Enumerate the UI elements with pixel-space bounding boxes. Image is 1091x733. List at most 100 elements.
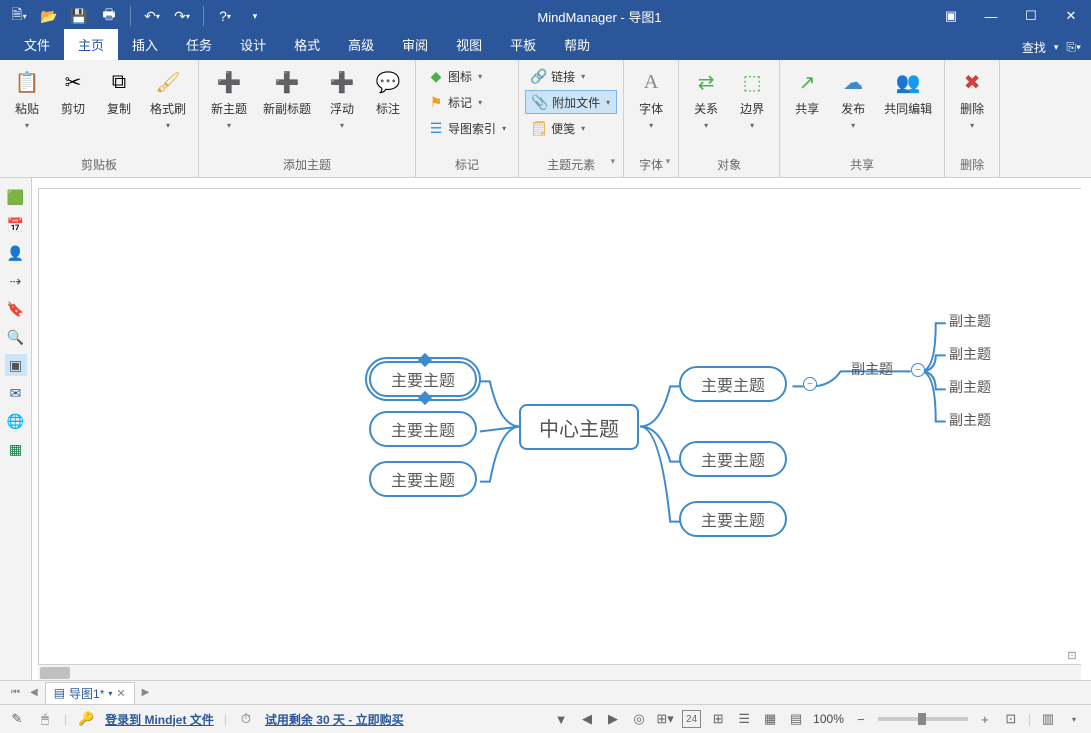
- horizontal-scrollbar[interactable]: [38, 664, 1081, 680]
- tab-tasks[interactable]: 任务: [172, 29, 226, 60]
- ribbon-collapse-icon[interactable]: ▣: [931, 0, 971, 32]
- open-button[interactable]: 📂: [36, 3, 62, 29]
- nav-next-icon[interactable]: ▶: [604, 710, 622, 728]
- sub-branch-label[interactable]: 副主题: [851, 359, 893, 379]
- side-search-icon[interactable]: 🔍: [5, 326, 27, 348]
- note-button[interactable]: 🗒便笺▾: [525, 116, 617, 140]
- minimize-button[interactable]: ―: [971, 0, 1011, 32]
- doc-tab-1[interactable]: ▤ 导图1* ▾ ✕: [45, 682, 135, 704]
- view-list-icon[interactable]: ▤: [787, 710, 805, 728]
- left-topic-1[interactable]: 主要主题: [369, 361, 477, 397]
- target-icon[interactable]: ◎: [630, 710, 648, 728]
- side-excel-icon[interactable]: ▦: [5, 438, 27, 460]
- side-person-icon[interactable]: 👤: [5, 242, 27, 264]
- tab-file[interactable]: 文件: [10, 29, 64, 60]
- subtopic-4[interactable]: 副主题: [949, 410, 991, 430]
- zoom-out-button[interactable]: −: [852, 710, 870, 728]
- side-task-icon[interactable]: 🟩: [5, 186, 27, 208]
- doc-nav-next[interactable]: ▶: [139, 687, 153, 698]
- right-topic-2[interactable]: 主要主题: [679, 441, 787, 477]
- doc-nav-first[interactable]: ⏮: [8, 687, 23, 698]
- panel-toggle-icon[interactable]: ⎘▾: [1066, 40, 1081, 55]
- tab-insert[interactable]: 插入: [118, 29, 172, 60]
- nav-prev-icon[interactable]: ◀: [578, 710, 596, 728]
- quick-access-more[interactable]: ▾: [242, 3, 268, 29]
- side-branch-icon[interactable]: ⇢: [5, 270, 27, 292]
- side-outlook-icon[interactable]: ✉: [5, 382, 27, 404]
- boundary-button[interactable]: ⬚边界▾: [731, 64, 773, 134]
- view-map-icon[interactable]: ⊞: [709, 710, 727, 728]
- link-button[interactable]: 🔗链接▾: [525, 64, 617, 88]
- help-quick-button[interactable]: ?▾: [212, 3, 238, 29]
- collapse-handle-1[interactable]: −: [803, 377, 817, 391]
- share-button[interactable]: ↗共享: [786, 64, 828, 121]
- icons-button[interactable]: ◆图标▾: [422, 64, 512, 88]
- right-topic-1[interactable]: 主要主题: [679, 366, 787, 402]
- undo-button[interactable]: ↶▾: [139, 3, 165, 29]
- taskpane-dropdown[interactable]: ▾: [1065, 710, 1083, 728]
- side-web-icon[interactable]: 🌐: [5, 410, 27, 432]
- tab-tablet[interactable]: 平板: [496, 29, 550, 60]
- new-subtopic-button[interactable]: ➕新副标题: [257, 64, 317, 121]
- canvas-options-icon[interactable]: ⊡: [1063, 646, 1081, 664]
- tab-home[interactable]: 主页: [64, 29, 118, 60]
- filter-icon[interactable]: ▼: [552, 710, 570, 728]
- tags-button[interactable]: ⚑标记▾: [422, 90, 512, 114]
- redo-button[interactable]: ↷▾: [169, 3, 195, 29]
- tab-format[interactable]: 格式: [280, 29, 334, 60]
- delete-button[interactable]: ✖删除▾: [951, 64, 993, 134]
- format-painter-button[interactable]: 🖌格式刷▾: [144, 64, 192, 134]
- tab-advanced[interactable]: 高级: [334, 29, 388, 60]
- tab-review[interactable]: 审阅: [388, 29, 442, 60]
- central-topic[interactable]: 中心主题: [519, 404, 639, 450]
- relationship-button[interactable]: ⇄关系▾: [685, 64, 727, 134]
- doc-tab-close[interactable]: ✕: [116, 687, 125, 700]
- coedit-button[interactable]: 👥共同编辑: [878, 64, 938, 121]
- subtopic-3[interactable]: 副主题: [949, 377, 991, 397]
- subtopic-2[interactable]: 副主题: [949, 344, 991, 364]
- close-button[interactable]: ✕: [1051, 0, 1091, 32]
- zoom-slider[interactable]: [878, 717, 968, 721]
- right-topic-3[interactable]: 主要主题: [679, 501, 787, 537]
- save-button[interactable]: 💾: [66, 3, 92, 29]
- print-button[interactable]: 🖶: [96, 3, 122, 29]
- view-outline-icon[interactable]: ☰: [735, 710, 753, 728]
- paste-button[interactable]: 📋粘贴▾: [6, 64, 48, 134]
- publish-button[interactable]: ☁发布▾: [832, 64, 874, 134]
- new-topic-button[interactable]: ➕新主题▾: [205, 64, 253, 134]
- maximize-button[interactable]: ☐: [1011, 0, 1051, 32]
- attach-file-button[interactable]: 📎附加文件▾: [525, 90, 617, 114]
- expand-icon[interactable]: ⊞▾: [656, 710, 674, 728]
- copy-button[interactable]: ⧉复制: [98, 64, 140, 121]
- side-tag-icon[interactable]: 🔖: [5, 298, 27, 320]
- fit-window-icon[interactable]: ⊡: [1002, 710, 1020, 728]
- callout-button[interactable]: 💬标注: [367, 64, 409, 121]
- tab-design[interactable]: 设计: [226, 29, 280, 60]
- search-label[interactable]: 查找: [1022, 39, 1046, 56]
- tab-help[interactable]: 帮助: [550, 29, 604, 60]
- mindmap-canvas[interactable]: 中心主题 主要主题 主要主题 主要主题 主要主题 主要主题 主要主题 − 副主题…: [38, 188, 1081, 664]
- side-calendar-icon[interactable]: 📅: [5, 214, 27, 236]
- floating-topic-button[interactable]: ➕浮动▾: [321, 64, 363, 134]
- tab-view[interactable]: 视图: [442, 29, 496, 60]
- page-box-icon[interactable]: 24: [682, 710, 701, 728]
- side-map-icon[interactable]: ▣: [5, 354, 27, 376]
- login-link[interactable]: 登录到 Mindjet 文件: [105, 711, 214, 728]
- taskpane-icon[interactable]: ▥: [1039, 710, 1057, 728]
- new-doc-button[interactable]: 🗎▾: [6, 3, 32, 29]
- zoom-level[interactable]: 100%: [813, 712, 844, 726]
- subtopic-1[interactable]: 副主题: [949, 311, 991, 331]
- collapse-handle-2[interactable]: −: [911, 363, 925, 377]
- zoom-in-button[interactable]: +: [976, 710, 994, 728]
- left-topic-3[interactable]: 主要主题: [369, 461, 477, 497]
- status-mouse-icon[interactable]: 🖱: [36, 710, 54, 728]
- cut-button[interactable]: ✂剪切: [52, 64, 94, 121]
- doc-nav-prev[interactable]: ◀: [27, 687, 41, 698]
- view-gantt-icon[interactable]: ▦: [761, 710, 779, 728]
- doc-tab-dropdown[interactable]: ▾: [108, 689, 112, 698]
- buy-now-link[interactable]: 立即购买: [356, 713, 404, 727]
- font-button[interactable]: A字体▾: [630, 64, 672, 134]
- left-topic-2[interactable]: 主要主题: [369, 411, 477, 447]
- map-index-button[interactable]: ☰导图索引▾: [422, 116, 512, 140]
- status-pen-icon[interactable]: ✎: [8, 710, 26, 728]
